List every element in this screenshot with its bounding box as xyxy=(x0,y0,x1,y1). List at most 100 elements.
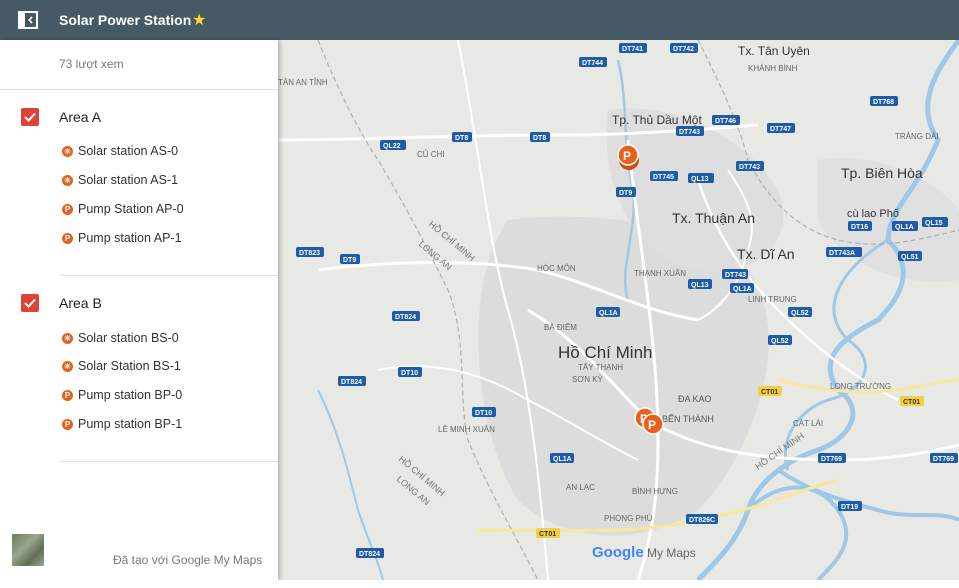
legend-panel: 73 lượt xem Area A ☀ Solar station AS-0 ☀… xyxy=(0,40,278,580)
svg-text:DT10: DT10 xyxy=(401,370,418,377)
place-label: THẠNH XUÂN xyxy=(634,269,686,278)
divider xyxy=(60,461,278,462)
place-label: AN LẠC xyxy=(566,483,595,492)
road-shield: QL1A xyxy=(550,453,574,463)
road-shield: DT769 xyxy=(818,453,846,463)
svg-text:DT10: DT10 xyxy=(475,410,492,417)
place-label: CỦ CHI xyxy=(417,150,445,159)
layer-checkbox[interactable] xyxy=(21,294,39,312)
collapse-panel-icon[interactable] xyxy=(18,11,38,29)
road-shield: DT16 xyxy=(848,221,872,231)
basemap-thumbnail[interactable] xyxy=(12,534,44,566)
svg-text:DT743A: DT743A xyxy=(829,250,855,257)
road-shield: DT824 xyxy=(356,548,384,558)
layer-title[interactable]: Area B xyxy=(59,295,102,311)
view-count: 73 lượt xem xyxy=(59,57,124,71)
road-shield: DT742 xyxy=(670,43,698,53)
svg-text:DT824: DT824 xyxy=(395,314,416,321)
svg-text:DT743: DT743 xyxy=(725,272,746,279)
google-mymaps-brand: Google My Maps xyxy=(592,544,696,561)
road-shield: DT10 xyxy=(398,367,422,377)
svg-text:DT9: DT9 xyxy=(343,257,356,264)
road-shield: DT824 xyxy=(338,376,366,386)
place-label: Tx. Tân Uyên xyxy=(738,44,810,58)
road-shield: QL52 xyxy=(788,307,812,317)
road-shield: DT741 xyxy=(619,43,647,53)
svg-text:QL1A: QL1A xyxy=(553,456,572,463)
parking-p-icon: P xyxy=(62,390,73,401)
road-shield: DT19 xyxy=(838,501,862,511)
svg-text:QL22: QL22 xyxy=(383,143,401,150)
svg-text:DT826C: DT826C xyxy=(689,517,715,524)
road-shield: DT9 xyxy=(340,254,360,264)
parking-p-icon: P xyxy=(62,204,73,215)
road-shield: DT745 xyxy=(650,171,678,181)
map-title[interactable]: Solar Power Station xyxy=(59,12,191,28)
road-shield: DT746 xyxy=(712,115,740,125)
road-shield: DT747 xyxy=(767,123,795,133)
road-shield: DT769 xyxy=(930,453,958,463)
road-shield: QL1A xyxy=(596,307,620,317)
parking-p-icon: P xyxy=(62,419,73,430)
road-shield: QL22 xyxy=(380,140,406,150)
place-label: CÁT LÁI xyxy=(793,419,823,428)
place-label: LÊ MINH XUÂN xyxy=(438,425,495,434)
divider xyxy=(0,89,278,90)
road-shield: QL15 xyxy=(922,217,948,227)
layer-checkbox[interactable] xyxy=(21,108,39,126)
svg-text:DT743: DT743 xyxy=(739,164,760,171)
place-label: Tp. Thủ Dầu Một xyxy=(612,113,702,127)
svg-text:CT01: CT01 xyxy=(903,399,920,406)
made-with-label[interactable]: Đã tạo với Google My Maps xyxy=(113,553,262,567)
solar-icon: ☀ xyxy=(62,361,73,372)
layer-title[interactable]: Area A xyxy=(59,109,101,125)
road-shield: DT8 xyxy=(530,132,550,142)
map-canvas[interactable]: Tp. Thủ Dầu Một Tx. Tân Uyên KHÁNH BÌNH … xyxy=(278,40,959,580)
svg-text:DT824: DT824 xyxy=(359,551,380,558)
place-label: Tp. Biên Hòa xyxy=(841,165,923,181)
road-shield: DT743 xyxy=(722,269,748,279)
road-shield: QL52 xyxy=(768,335,792,345)
svg-text:QL13: QL13 xyxy=(691,282,709,289)
svg-text:DT824: DT824 xyxy=(341,379,362,386)
road-shield: DT743 xyxy=(676,126,704,136)
road-shield: QL1A xyxy=(730,283,754,293)
road-shield: DT10 xyxy=(472,407,496,417)
svg-text:DT744: DT744 xyxy=(582,60,603,67)
solar-icon: ☀ xyxy=(62,333,73,344)
road-shield: DT823 xyxy=(296,247,324,257)
app-header: Solar Power Station ★ xyxy=(0,0,959,40)
svg-text:QL1A: QL1A xyxy=(599,310,618,317)
svg-text:QL13: QL13 xyxy=(691,176,709,183)
road-shield: DT768 xyxy=(870,96,898,106)
svg-text:CT01: CT01 xyxy=(761,389,778,396)
place-label: Tx. Dĩ An xyxy=(737,246,795,262)
svg-text:DT19: DT19 xyxy=(841,504,858,511)
road-shield: QL51 xyxy=(898,251,922,261)
star-icon[interactable]: ★ xyxy=(192,10,206,30)
svg-text:P: P xyxy=(648,418,656,432)
svg-text:QL15: QL15 xyxy=(925,220,943,227)
svg-text:QL1A: QL1A xyxy=(733,286,752,293)
road-shield: DT824 xyxy=(392,311,420,321)
svg-text:DT769: DT769 xyxy=(933,456,954,463)
place-label: TRẢNG DÀI xyxy=(895,132,939,141)
mymaps-label: My Maps xyxy=(647,546,696,560)
place-label: LINH TRUNG xyxy=(748,295,797,304)
solar-icon: ☀ xyxy=(62,146,73,157)
road-shield: DT743 xyxy=(736,161,764,171)
svg-text:QL52: QL52 xyxy=(771,338,789,345)
solar-icon: ☀ xyxy=(62,175,73,186)
road-shield: CT01 xyxy=(536,528,560,538)
svg-text:DT8: DT8 xyxy=(533,135,546,142)
svg-text:CT01: CT01 xyxy=(539,531,556,538)
svg-text:DT743: DT743 xyxy=(679,129,700,136)
svg-text:DT746: DT746 xyxy=(715,118,736,125)
google-logo: Google xyxy=(592,544,644,561)
road-shield: DT9 xyxy=(616,187,636,197)
place-label: HÓC MÔN xyxy=(537,264,576,273)
svg-text:DT747: DT747 xyxy=(770,126,791,133)
svg-text:DT9: DT9 xyxy=(619,190,632,197)
place-label: KHÁNH BÌNH xyxy=(748,64,798,73)
bottom-edge xyxy=(0,580,959,588)
